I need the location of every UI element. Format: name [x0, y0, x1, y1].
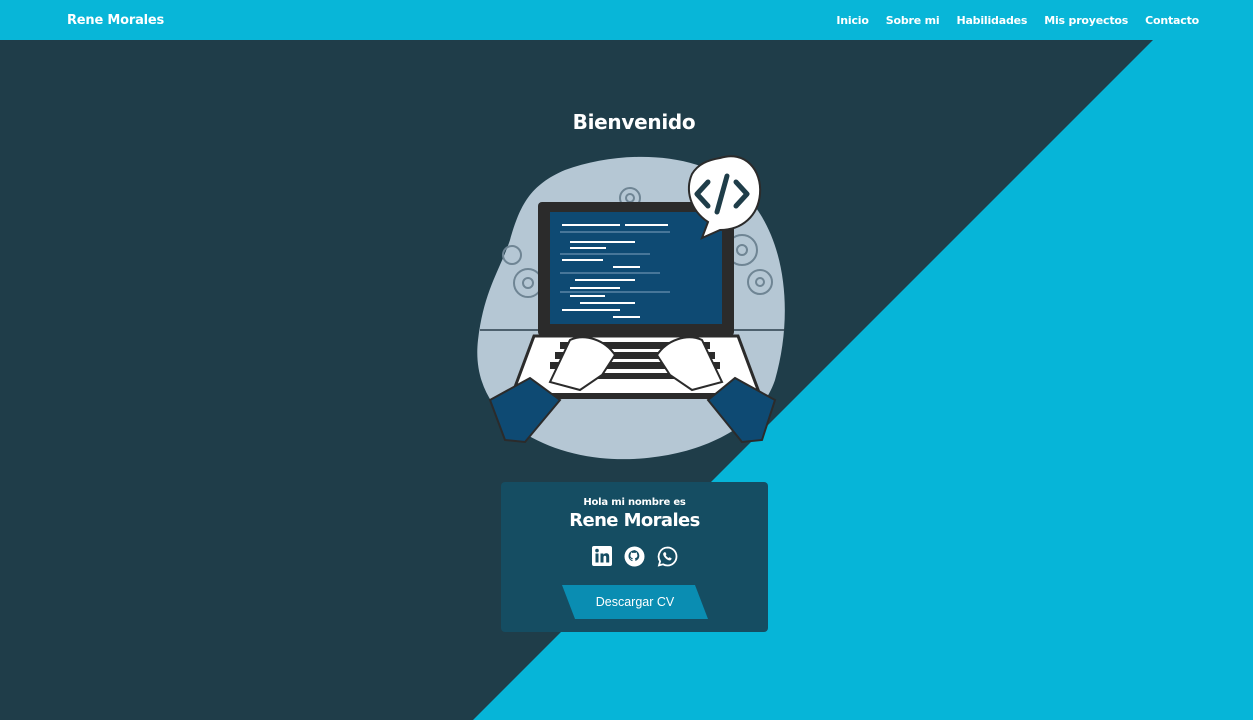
github-icon[interactable] — [624, 545, 646, 567]
navbar: Rene Morales Inicio Sobre mi Habilidades… — [0, 0, 1253, 40]
nav-link-sobre-mi[interactable]: Sobre mi — [886, 14, 940, 27]
brand-logo[interactable]: Rene Morales — [67, 13, 164, 28]
social-links — [501, 545, 768, 567]
nav-link-contacto[interactable]: Contacto — [1145, 14, 1199, 27]
nav-link-mis-proyectos[interactable]: Mis proyectos — [1044, 14, 1128, 27]
profile-name: Rene Morales — [569, 510, 700, 531]
linkedin-icon[interactable] — [591, 545, 613, 567]
nav-link-inicio[interactable]: Inicio — [836, 14, 869, 27]
greeting-text: Hola mi nombre es — [583, 497, 686, 508]
welcome-heading: Bienvenido — [572, 110, 696, 134]
download-cv-button[interactable]: Descargar CV — [562, 585, 708, 619]
nav-link-habilidades[interactable]: Habilidades — [956, 14, 1027, 27]
download-cv-label: Descargar CV — [595, 595, 675, 609]
developer-illustration — [477, 155, 785, 460]
intro-card: Hola mi nombre es Rene Morales Descargar… — [501, 482, 768, 632]
nav-links: Inicio Sobre mi Habilidades Mis proyecto… — [836, 14, 1199, 27]
whatsapp-icon[interactable] — [657, 545, 679, 567]
